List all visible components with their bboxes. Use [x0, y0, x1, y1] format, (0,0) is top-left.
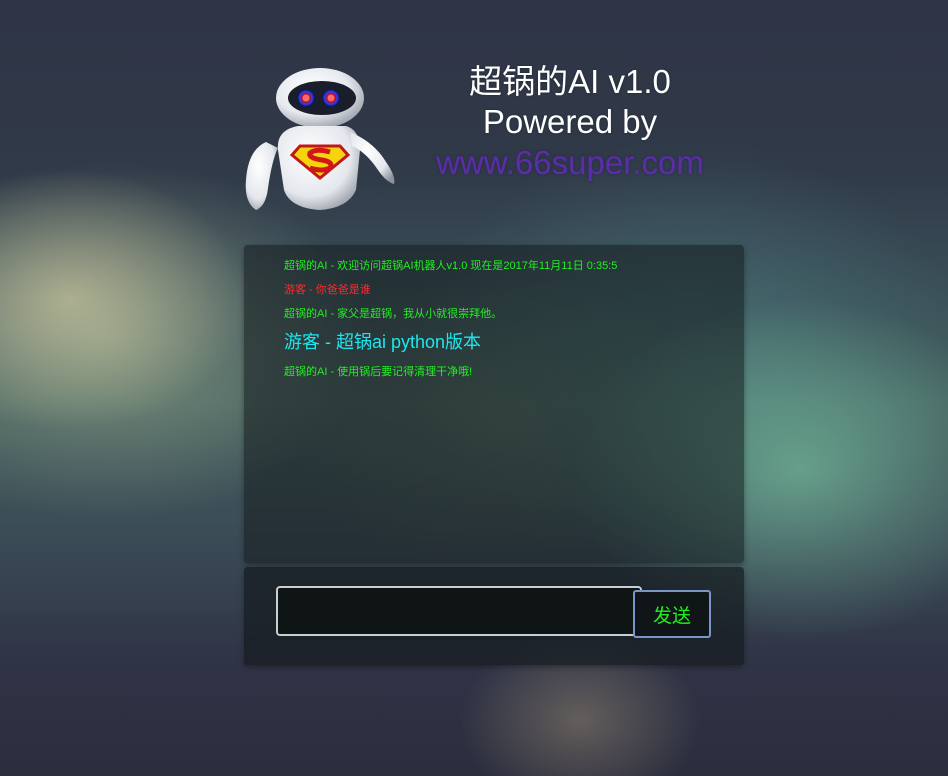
message-input-bar: 发送: [244, 567, 744, 665]
app-title: 超锅的AI v1.0: [469, 63, 671, 100]
chat-message-ai: 超锅的AI - 欢迎访问超锅AI机器人v1.0 现在是2017年11月11日 0…: [284, 260, 618, 272]
chat-message-ai: 超锅的AI - 使用锅后要记得清理干净哦!: [284, 366, 473, 378]
chat-message-guest: 游客 - 超锅ai python版本: [284, 332, 482, 352]
robot-superman-icon: [245, 68, 395, 210]
robot-logo-icon: [238, 60, 403, 215]
site-link[interactable]: www.66super.com: [420, 142, 720, 184]
app-header: 超锅的AI v1.0 Powered by www.66super.com: [420, 62, 720, 184]
chat-message-ai: 超锅的AI - 家父是超锅，我从小就很崇拜他。: [284, 308, 503, 320]
chat-message-guest: 游客 - 你爸爸是谁: [284, 284, 371, 296]
powered-by-text: Powered by: [482, 103, 658, 140]
chat-log-panel[interactable]: 超锅的AI - 欢迎访问超锅AI机器人v1.0 现在是2017年11月11日 0…: [244, 245, 744, 563]
send-button[interactable]: 发送: [633, 590, 711, 638]
message-input[interactable]: [276, 586, 642, 636]
chat-message-list: 超锅的AI - 欢迎访问超锅AI机器人v1.0 现在是2017年11月11日 0…: [284, 259, 724, 389]
